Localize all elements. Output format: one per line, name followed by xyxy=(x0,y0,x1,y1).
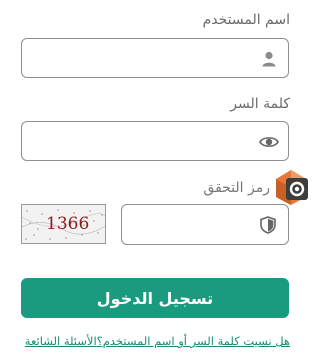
captcha-label: رمز التحقق xyxy=(203,180,270,196)
login-button[interactable]: تسجيل الدخول xyxy=(21,278,289,318)
help-links: هل نسيت كلمة السر أو اسم المستخدم؟الأسئل… xyxy=(25,334,290,348)
forgot-credentials-link[interactable]: هل نسيت كلمة السر أو اسم المستخدم؟ xyxy=(97,334,290,348)
captcha-code-text: 1366 xyxy=(46,214,90,234)
username-label: اسم المستخدم xyxy=(202,12,290,28)
faq-link[interactable]: الأسئلة الشائعة xyxy=(25,334,97,348)
captcha-input[interactable] xyxy=(132,214,256,238)
refresh-badge-icon[interactable] xyxy=(270,164,312,206)
password-label: كلمة السر xyxy=(230,96,290,112)
login-form: اسم المستخدم كلمة السر رمز التحقق 1366 ت… xyxy=(0,0,316,360)
eye-icon[interactable] xyxy=(259,133,279,151)
shield-icon xyxy=(260,216,278,234)
username-field-container xyxy=(21,38,289,78)
captcha-field-container xyxy=(121,204,289,245)
user-icon xyxy=(260,50,278,68)
password-input[interactable] xyxy=(32,130,256,154)
username-input[interactable] xyxy=(32,47,256,71)
password-field-container xyxy=(21,121,289,161)
captcha-image: 1366 xyxy=(21,204,106,244)
